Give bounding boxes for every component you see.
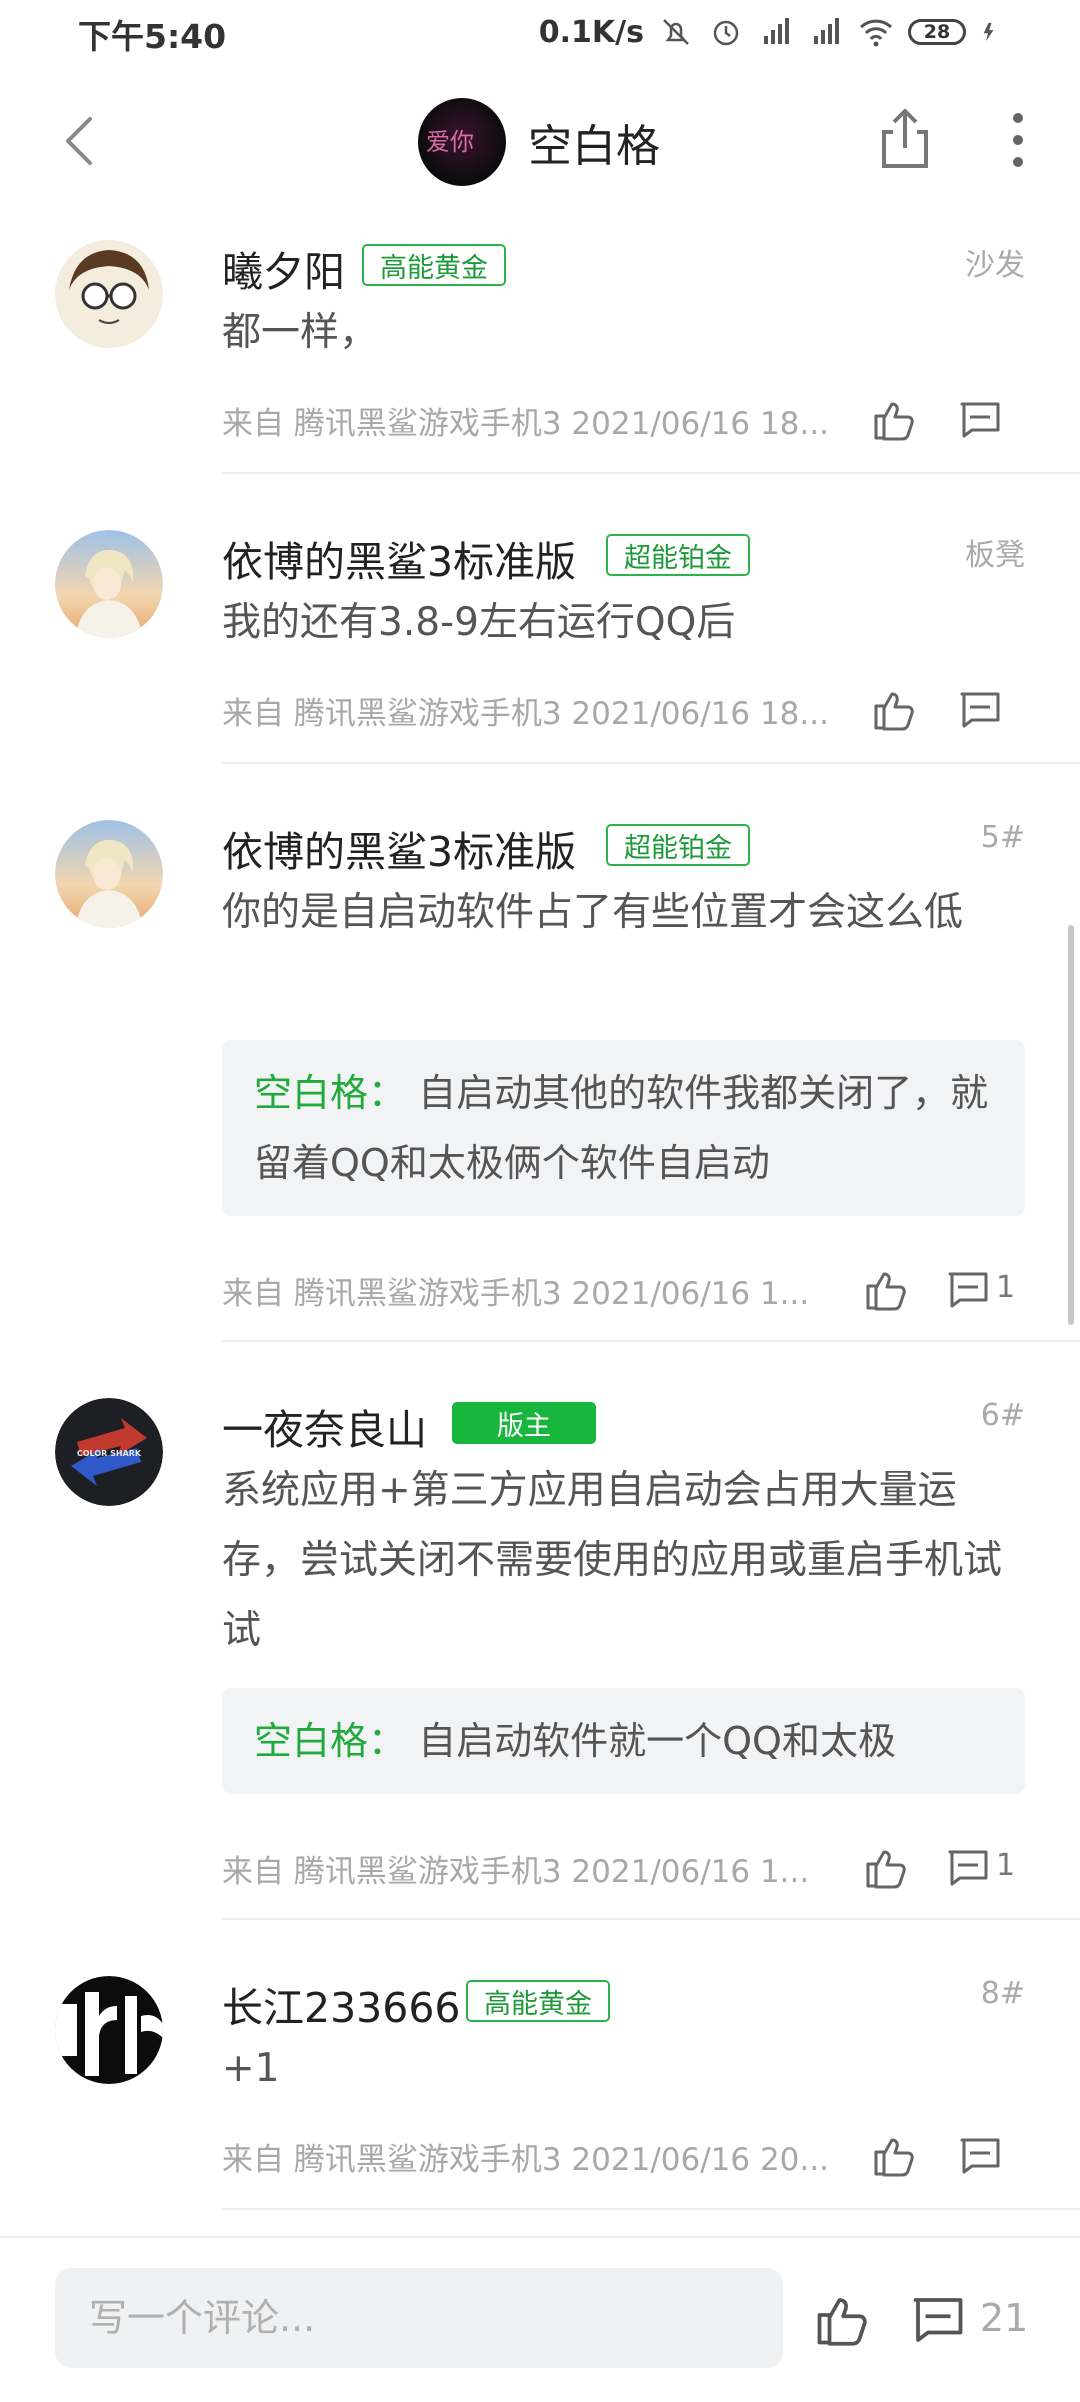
- comment-icon[interactable]: [956, 2132, 1004, 2180]
- like-icon[interactable]: [870, 2132, 918, 2180]
- comment-item: 曦夕阳 高能黄金 沙发 都一样， 来自 腾讯黑鲨游戏手机3 2021/06/16…: [0, 216, 1080, 474]
- reply-box[interactable]: 空白格： 自启动软件就一个QQ和太极: [222, 1688, 1025, 1794]
- like-icon[interactable]: [812, 2290, 872, 2350]
- comment-meta: 来自 腾讯黑鲨游戏手机3 2021/06/16 1...: [222, 1276, 810, 1312]
- wifi-icon: [859, 19, 893, 47]
- reply-separator: ：: [368, 1071, 407, 1115]
- comment-item: COLOR SHARK 一夜奈良山 版主 6# 系统应用+第三方应用自启动会占用…: [0, 1342, 1080, 1920]
- comment-item: 依博的黑鲨3标准版 超能铂金 板凳 我的还有3.8-9左右运行QQ后 来自 腾讯…: [0, 474, 1080, 764]
- alarm-icon: [713, 20, 739, 46]
- like-icon[interactable]: [862, 1844, 910, 1892]
- avatar[interactable]: [55, 820, 163, 928]
- avatar-text: 爱你: [426, 128, 474, 156]
- floor-label: 5#: [980, 820, 1025, 855]
- comment-text: +1: [222, 2046, 280, 2091]
- like-icon[interactable]: [870, 686, 918, 734]
- avatar[interactable]: [55, 1976, 163, 2084]
- comment-icon[interactable]: [944, 1266, 992, 1314]
- like-icon[interactable]: [862, 1266, 910, 1314]
- comment-item: 依博的黑鲨3标准版 超能铂金 5# 你的是自启动软件占了有些位置才会这么低 空白…: [0, 764, 1080, 1342]
- comment-text: 系统应用+第三方应用自启动会占用大量运存，尝试关闭不需要使用的应用或重启手机试试: [222, 1468, 1003, 1653]
- reply-box[interactable]: 空白格： 自启动其他的软件我都关闭了，就留着QQ和太极俩个软件自启动: [222, 1040, 1025, 1216]
- comment-text: 都一样，: [222, 310, 379, 355]
- username[interactable]: 依博的黑鲨3标准版: [222, 528, 576, 588]
- username[interactable]: 依博的黑鲨3标准版: [222, 818, 576, 878]
- comment-icon[interactable]: [944, 1844, 992, 1892]
- reply-author[interactable]: 空白格: [254, 1071, 368, 1115]
- comment-meta: 来自 腾讯黑鲨游戏手机3 2021/06/16 20...: [222, 2142, 829, 2178]
- comment-icon[interactable]: [956, 686, 1004, 734]
- reply-separator: ：: [368, 1719, 407, 1763]
- moderator-badge: 版主: [452, 1402, 596, 1444]
- signal-icon: [814, 18, 839, 44]
- author-avatar[interactable]: 爱你: [418, 98, 506, 186]
- comment-input[interactable]: [55, 2268, 783, 2368]
- comment-icon[interactable]: [908, 2290, 968, 2350]
- comment-item: 长江233666 高能黄金 8# +1 来自 腾讯黑鲨游戏手机3 2021/06…: [0, 1920, 1080, 2210]
- avatar[interactable]: [55, 530, 163, 638]
- comment-meta: 来自 腾讯黑鲨游戏手机3 2021/06/16 1...: [222, 1854, 810, 1890]
- reply-author[interactable]: 空白格: [254, 1719, 368, 1763]
- floor-label: 8#: [980, 1976, 1025, 2011]
- scrollbar[interactable]: [1068, 925, 1074, 1325]
- comment-meta: 来自 腾讯黑鲨游戏手机3 2021/06/16 18...: [222, 696, 829, 732]
- svg-text:COLOR SHARK: COLOR SHARK: [77, 1449, 142, 1458]
- comment-total-count: 21: [980, 2296, 1029, 2340]
- charging-icon: [983, 22, 994, 42]
- hd-signal-icon: [764, 18, 789, 44]
- battery-icon: 28: [908, 19, 966, 45]
- comment-count: 1: [996, 1848, 1016, 1883]
- like-icon[interactable]: [870, 396, 918, 444]
- back-arrow-icon[interactable]: [52, 111, 112, 171]
- username[interactable]: 长江233666: [222, 1974, 461, 2034]
- floor-label: 沙发: [965, 248, 1025, 283]
- floor-label: 板凳: [965, 538, 1025, 573]
- user-level-badge: 高能黄金: [362, 244, 506, 286]
- more-icon[interactable]: [1000, 110, 1036, 170]
- comment-meta: 来自 腾讯黑鲨游戏手机3 2021/06/16 18...: [222, 406, 829, 442]
- comment-count: 1: [996, 1270, 1016, 1305]
- reply-text: 自启动软件就一个QQ和太极: [418, 1719, 896, 1763]
- floor-label: 6#: [980, 1398, 1025, 1433]
- status-icons: 0.1K/s 28: [539, 10, 1002, 54]
- divider: [222, 2208, 1080, 2210]
- nav-bar: 爱你 空白格: [0, 66, 1080, 216]
- mute-icon: [663, 19, 689, 45]
- net-speed: 0.1K/s: [538, 14, 644, 50]
- user-level-badge: 高能黄金: [466, 1980, 610, 2022]
- username[interactable]: 曦夕阳: [222, 238, 345, 298]
- share-icon[interactable]: [872, 106, 938, 172]
- status-time: 下午5:40: [78, 17, 227, 56]
- user-level-badge: 超能铂金: [606, 824, 750, 866]
- comment-icon[interactable]: [956, 396, 1004, 444]
- status-bar: 下午5:40 0.1K/s 28: [0, 0, 1080, 66]
- username[interactable]: 一夜奈良山: [222, 1396, 427, 1456]
- comment-text: 你的是自启动软件占了有些位置才会这么低: [222, 890, 964, 935]
- avatar[interactable]: [55, 240, 163, 348]
- avatar[interactable]: COLOR SHARK: [55, 1398, 163, 1506]
- bottom-comment-bar: 21: [0, 2236, 1080, 2402]
- user-level-badge: 超能铂金: [606, 534, 750, 576]
- comment-text: 我的还有3.8-9左右运行QQ后: [222, 600, 736, 645]
- page-title[interactable]: 空白格: [528, 110, 660, 174]
